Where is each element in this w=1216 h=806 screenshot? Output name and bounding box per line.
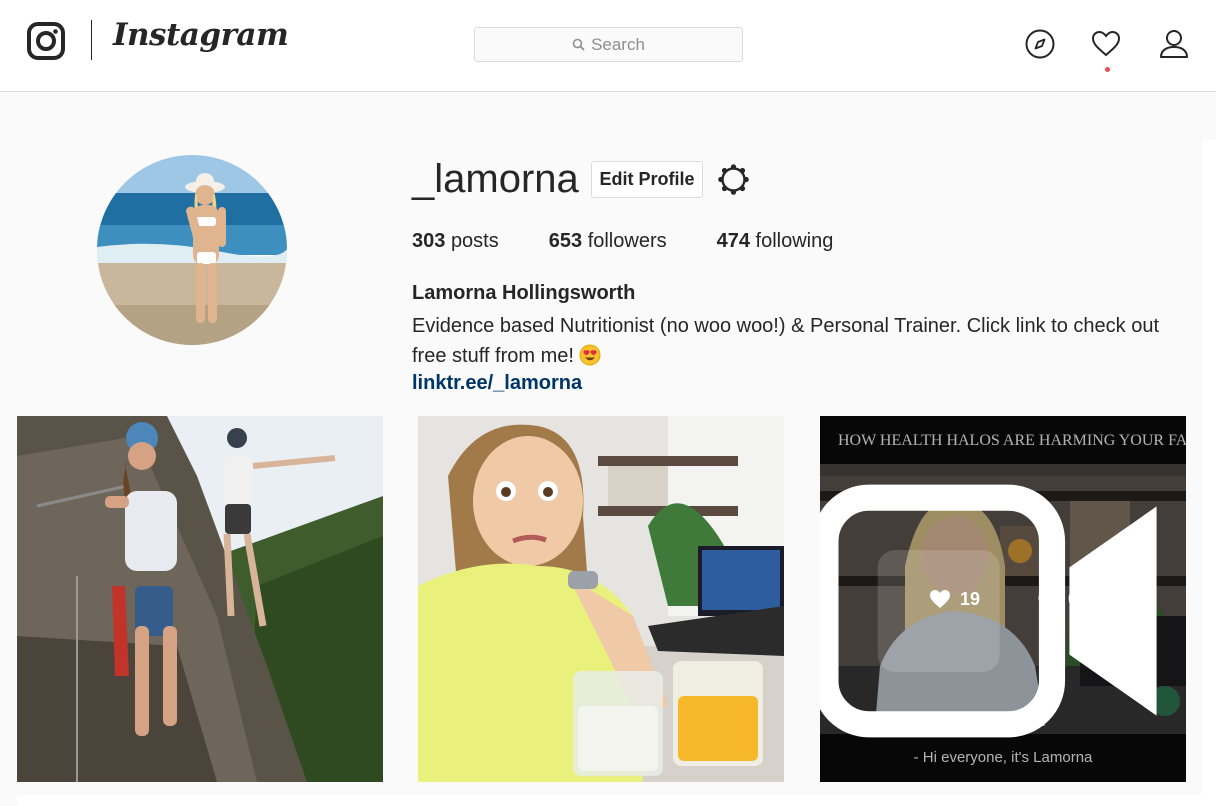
profile-username: _lamorna bbox=[412, 157, 579, 201]
followers-label: followers bbox=[587, 230, 667, 252]
logo-divider bbox=[91, 20, 92, 60]
followers-stat[interactable]: 653 followers bbox=[549, 230, 667, 253]
post-thumbnail-2[interactable] bbox=[418, 416, 784, 782]
following-stat[interactable]: 474 following bbox=[717, 230, 834, 253]
video-camera-icon bbox=[820, 484, 1157, 738]
post-thumbnail-1[interactable] bbox=[17, 416, 383, 782]
posts-label: posts bbox=[450, 230, 499, 252]
post-thumbnail-3-video[interactable]: HOW HEALTH HALOS ARE HARMING YOUR FAT LO… bbox=[820, 416, 1186, 782]
instagram-wordmark[interactable]: Instagram bbox=[113, 17, 289, 53]
instagram-camera-icon[interactable] bbox=[27, 22, 65, 60]
profile-full-name: Lamorna Hollingsworth bbox=[412, 282, 636, 304]
top-navigation-bar: Instagram Search bbox=[0, 0, 1216, 92]
compass-icon[interactable] bbox=[1024, 28, 1056, 60]
followers-count: 653 bbox=[548, 230, 583, 252]
search-icon bbox=[572, 38, 585, 51]
posts-stat[interactable]: 303 posts bbox=[412, 230, 499, 253]
heart-eyes-emoji-icon bbox=[579, 344, 601, 366]
heart-icon[interactable] bbox=[1090, 28, 1122, 60]
grid-bottom-strip bbox=[17, 795, 1207, 806]
profile-bio: Evidence based Nutritionist (no woo woo!… bbox=[412, 311, 1192, 371]
right-edge-strip bbox=[1202, 140, 1216, 806]
following-count: 474 bbox=[716, 230, 750, 252]
search-placeholder: Search bbox=[591, 34, 645, 54]
following-label: following bbox=[755, 230, 834, 252]
search-input[interactable]: Search bbox=[474, 27, 743, 62]
settings-gear-icon[interactable] bbox=[717, 163, 750, 196]
notification-dot bbox=[1105, 67, 1110, 72]
posts-count: 303 bbox=[412, 230, 446, 252]
profile-stats: 303 posts 653 followers 474 following bbox=[412, 230, 883, 253]
edit-profile-button[interactable]: Edit Profile bbox=[591, 161, 703, 198]
avatar[interactable] bbox=[97, 155, 287, 345]
profile-website-link[interactable]: linktr.ee/_lamorna bbox=[412, 372, 582, 395]
profile-icon[interactable] bbox=[1158, 28, 1190, 60]
profile-bio-text: Evidence based Nutritionist (no woo woo!… bbox=[412, 315, 1160, 367]
